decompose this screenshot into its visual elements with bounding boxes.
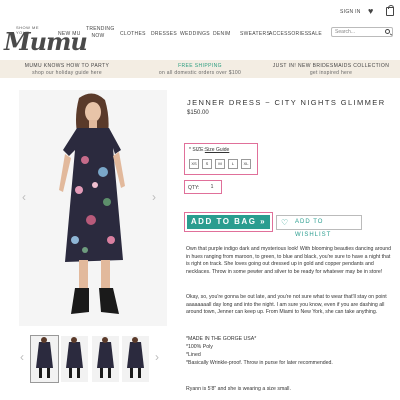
feature-lined: *Lined bbox=[186, 352, 201, 358]
thumb-next-chevron-icon[interactable]: › bbox=[155, 350, 159, 364]
size-label: * SIZE:Size Guide bbox=[189, 147, 229, 153]
bag-icon[interactable] bbox=[386, 5, 394, 16]
model-figure bbox=[59, 93, 125, 314]
size-option-xl[interactable]: XL bbox=[241, 159, 251, 169]
brand-logo[interactable]: SHOW ME YOUR Mumu bbox=[2, 12, 88, 56]
feature-wrinkle-proof: *Basically Wrinkle-proof. Throw in purse… bbox=[186, 360, 333, 366]
product-title: JENNER DRESS ~ CITY NIGHTS GLIMMER bbox=[187, 98, 386, 107]
search-placeholder: Search... bbox=[335, 29, 356, 35]
wishlist-label: ADD TO WISHLIST bbox=[295, 219, 332, 238]
nav-item-weddings[interactable]: WEDDINGS bbox=[180, 31, 210, 37]
thumb-prev-chevron-icon[interactable]: ‹ bbox=[20, 350, 24, 364]
nav-item-trending-now[interactable]: TRENDING NOW bbox=[86, 26, 114, 40]
site-header: SHOW ME YOUR Mumu NEW MU TRENDING NOW CL… bbox=[0, 0, 400, 56]
description-paragraph-1: Own that purple indigo dark and mysterio… bbox=[186, 246, 392, 275]
nav-item-accessories[interactable]: ACCESSORIES bbox=[269, 31, 308, 37]
promo-holiday-subtitle: shop our holiday guide here bbox=[32, 70, 102, 76]
sign-in-link[interactable]: SIGN IN bbox=[340, 9, 361, 15]
size-option-m[interactable]: M bbox=[215, 159, 225, 169]
feature-made-in-usa: *MADE IN THE GORGE USA* bbox=[186, 336, 257, 342]
model-info: Ryann is 5'8" and she is wearing a size … bbox=[186, 386, 291, 392]
description-paragraph-2: Okay, so, you're gonna be out late, and … bbox=[186, 294, 387, 316]
feature-material: *100% Poly bbox=[186, 344, 213, 350]
product-main-image[interactable] bbox=[19, 90, 167, 326]
thumbnail-1[interactable] bbox=[30, 335, 59, 383]
thumbnail-3[interactable] bbox=[92, 336, 119, 382]
chevron-left-icon[interactable]: ‹ bbox=[22, 190, 26, 204]
promo-shipping-subtitle: on all domestic orders over $100 bbox=[158, 70, 242, 76]
promo-bridesmaids[interactable]: JUST IN! NEW BRIDESMAIDS COLLECTION get … bbox=[266, 63, 396, 76]
promo-shipping: FREE SHIPPING on all domestic orders ove… bbox=[135, 63, 265, 76]
promo-bridesmaids-title: JUST IN! NEW BRIDESMAIDS COLLECTION bbox=[272, 63, 390, 69]
size-option-xs[interactable]: XS bbox=[189, 159, 199, 169]
nav-item-sweaters[interactable]: SWEATERS bbox=[240, 31, 270, 37]
nav-item-new-mu[interactable]: NEW MU bbox=[58, 31, 81, 37]
heart-outline-icon: ♡ bbox=[281, 218, 290, 227]
search-input[interactable]: Search... bbox=[331, 27, 393, 37]
heart-icon[interactable]: ♥ bbox=[368, 7, 373, 16]
promo-bar: MUMU KNOWS HOW TO PARTY shop our holiday… bbox=[0, 60, 400, 78]
thumbnail-4[interactable] bbox=[122, 336, 149, 382]
size-option-l[interactable]: L bbox=[228, 159, 238, 169]
nav-item-denim[interactable]: DENIM bbox=[213, 31, 231, 37]
size-option-s[interactable]: S bbox=[202, 159, 212, 169]
size-guide-link[interactable]: Size Guide bbox=[205, 147, 229, 153]
add-to-wishlist-button[interactable]: ♡ ADD TO WISHLIST bbox=[276, 215, 362, 238]
size-selector: * SIZE:Size Guide XS S M L XL bbox=[184, 143, 258, 175]
product-price: $150.00 bbox=[187, 110, 209, 116]
add-to-bag-button[interactable]: ADD TO BAG » bbox=[187, 215, 270, 229]
chevron-right-icon[interactable]: › bbox=[152, 190, 156, 204]
add-to-bag-wrapper: ADD TO BAG » bbox=[184, 212, 273, 232]
search-icon[interactable] bbox=[385, 29, 390, 34]
nav-item-clothes[interactable]: CLOTHES bbox=[120, 31, 146, 37]
quantity-label: QTY: bbox=[188, 185, 200, 191]
nav-item-sale[interactable]: SALE bbox=[308, 31, 322, 37]
thumbnail-2[interactable] bbox=[61, 336, 88, 382]
promo-holiday[interactable]: MUMU KNOWS HOW TO PARTY shop our holiday… bbox=[2, 63, 132, 76]
quantity-selector: QTY: 1 bbox=[184, 180, 222, 194]
promo-bridesmaids-subtitle: get inspired here bbox=[309, 70, 353, 76]
quantity-input[interactable]: 1 bbox=[207, 184, 217, 191]
promo-holiday-title: MUMU KNOWS HOW TO PARTY bbox=[24, 63, 110, 69]
size-label-text: * SIZE: bbox=[189, 147, 205, 153]
nav-item-dresses[interactable]: DRESSES bbox=[151, 31, 177, 37]
promo-shipping-title: FREE SHIPPING bbox=[178, 63, 222, 69]
